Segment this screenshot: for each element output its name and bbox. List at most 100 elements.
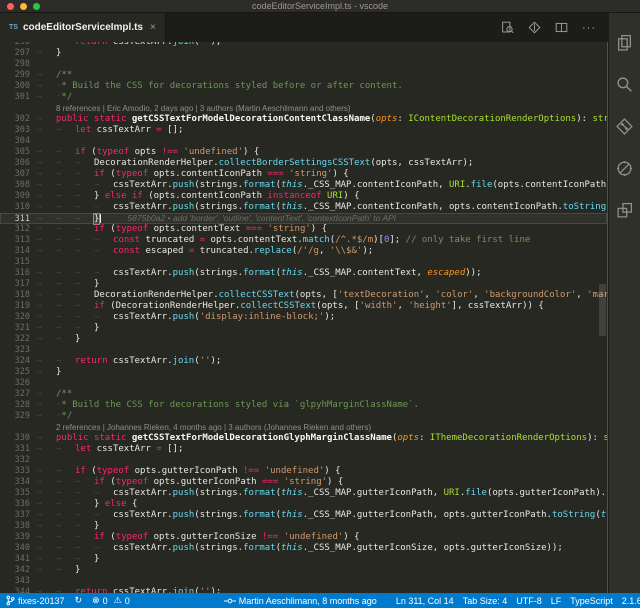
line-number[interactable]: 298 [0,59,30,70]
sidebar-item-extensions[interactable] [609,189,640,231]
codelens-text[interactable]: 2 references | Johannes Rieken, 4 months… [56,423,371,432]
editor-scrollbar[interactable] [598,42,607,593]
code-line[interactable]: 306→→→DecorationRenderHelper.collectBord… [0,158,607,169]
code-line[interactable]: 344→→return cssTextArr.join(''); [0,587,607,593]
split-editor-icon[interactable] [555,21,568,34]
code-line[interactable]: 304 [0,136,607,147]
line-number[interactable]: 306 [0,158,30,169]
line-number[interactable]: 332 [0,455,30,466]
problems-item[interactable]: ⊗ 0 ⚠ 0 [92,596,130,606]
code-line[interactable]: 335→→→→cssTextArr.push(strings.format(th… [0,488,607,499]
line-number[interactable]: 307 [0,169,30,180]
code-line[interactable]: 331→→let cssTextArr = []; [0,444,607,455]
code-line[interactable]: 318→→→DecorationRenderHelper.collectCSST… [0,290,607,301]
line-number[interactable]: 341 [0,554,30,565]
editor-pane[interactable]: 296→→return cssTextArr.join('');297→}298… [0,42,608,593]
code-line[interactable]: 307→→→if (typeof opts.contentIconPath ==… [0,169,607,180]
line-number[interactable]: 297 [0,48,30,59]
code-line[interactable]: 337→→→→cssTextArr.push(strings.format(th… [0,510,607,521]
code-line[interactable]: 302→public static getCSSTextForModelDeco… [0,114,607,125]
code-line[interactable]: 327→/** [0,389,607,400]
code-line[interactable]: 324→→return cssTextArr.join(''); [0,356,607,367]
code-line[interactable]: 342→→} [0,565,607,576]
git-branch-item[interactable]: fixes-20137 [6,595,65,606]
open-changes-icon[interactable] [528,21,541,34]
line-number[interactable]: 331 [0,444,30,455]
line-number[interactable]: 334 [0,477,30,488]
line-number[interactable]: 319 [0,301,30,312]
code-line[interactable]: 326 [0,378,607,389]
line-number[interactable]: 303 [0,125,30,136]
line-number[interactable]: 308 [0,180,30,191]
sidebar-item-source-control[interactable] [609,105,640,147]
code-line[interactable]: 310→→→→cssTextArr.push(strings.format(th… [0,202,607,213]
line-number[interactable]: 309 [0,191,30,202]
line-number[interactable]: 326 [0,378,30,389]
line-number[interactable]: 344 [0,587,30,593]
code-line[interactable]: 305→→if (typeof opts !== 'undefined') { [0,147,607,158]
codelens-text[interactable]: 8 references | Eric Amodio, 2 days ago |… [56,104,351,113]
code-line[interactable]: 330→public static getCSSTextForModelDeco… [0,433,607,444]
line-number[interactable]: 314 [0,246,30,257]
line-number[interactable]: 305 [0,147,30,158]
line-number[interactable]: 324 [0,356,30,367]
line-number[interactable]: 310 [0,202,30,213]
code-line[interactable]: 340→→→→cssTextArr.push(strings.format(th… [0,543,607,554]
code-line[interactable]: 334→→→if (typeof opts.gutterIconPath ===… [0,477,607,488]
open-preview-icon[interactable] [501,21,514,34]
line-number[interactable]: 333 [0,466,30,477]
tab-codeEditorServiceImpl[interactable]: TS codeEditorServiceImpl.ts × [0,13,166,42]
scrollbar-thumb[interactable] [599,284,606,336]
encoding-item[interactable]: UTF-8 [516,596,542,606]
line-number[interactable]: 338 [0,521,30,532]
line-number[interactable]: 321 [0,323,30,334]
git-blame-item[interactable]: Martin Aeschlimann, 8 months ago [224,596,377,606]
code-line[interactable]: 323 [0,345,607,356]
code-line[interactable]: 309→→→} else if (opts.contentIconPath in… [0,191,607,202]
code-line[interactable]: 322→→} [0,334,607,345]
code-line[interactable]: 321→→→} [0,323,607,334]
line-number[interactable]: 325 [0,367,30,378]
cursor-position-item[interactable]: Ln 311, Col 14 [396,596,454,606]
code-line[interactable]: 316→→→→cssTextArr.push(strings.format(th… [0,268,607,279]
line-number[interactable]: 337 [0,510,30,521]
line-number[interactable]: 316 [0,268,30,279]
code-area[interactable]: 296→→return cssTextArr.join('');297→}298… [0,42,607,593]
code-line[interactable]: 297→} [0,48,607,59]
code-line[interactable]: 333→→if (typeof opts.gutterIconPath !== … [0,466,607,477]
code-line[interactable]: 339→→→if (typeof opts.gutterIconSize !==… [0,532,607,543]
line-number[interactable]: 315 [0,257,30,268]
code-line[interactable]: 329→·*/ [0,411,607,422]
sync-item[interactable]: ↻ [75,596,83,605]
code-line[interactable]: 303→→let cssTextArr = []; [0,125,607,136]
more-actions-icon[interactable]: ··· [582,25,596,31]
line-number[interactable]: 342 [0,565,30,576]
code-line[interactable]: 317→→→} [0,279,607,290]
code-line[interactable]: 343 [0,576,607,587]
code-line[interactable]: 338→→→} [0,521,607,532]
line-number[interactable]: 299 [0,70,30,81]
line-number[interactable]: 320 [0,312,30,323]
line-number[interactable]: 330 [0,433,30,444]
line-number[interactable]: 327 [0,389,30,400]
code-line[interactable]: 325→} [0,367,607,378]
line-number[interactable]: 343 [0,576,30,587]
line-number[interactable]: 329 [0,411,30,422]
line-number[interactable]: 317 [0,279,30,290]
line-number[interactable]: 328 [0,400,30,411]
line-number[interactable]: 340 [0,543,30,554]
code-line[interactable]: 300→·* Build the CSS for decorations sty… [0,81,607,92]
sidebar-item-explorer[interactable] [609,21,640,63]
code-line[interactable]: 298 [0,59,607,70]
sidebar-item-search[interactable] [609,63,640,105]
tab-size-item[interactable]: Tab Size: 4 [463,596,508,606]
tab-close-icon[interactable]: × [150,22,156,33]
eol-item[interactable]: LF [551,596,562,606]
code-line[interactable]: 308→→→→cssTextArr.push(strings.format(th… [0,180,607,191]
code-line[interactable]: 320→→→→cssTextArr.push('display:inline-b… [0,312,607,323]
line-number[interactable]: 313 [0,235,30,246]
language-mode-item[interactable]: TypeScript [570,596,613,606]
line-number[interactable]: 336 [0,499,30,510]
code-line[interactable]: 332 [0,455,607,466]
codelens-row[interactable]: 2 references | Johannes Rieken, 4 months… [0,422,607,433]
